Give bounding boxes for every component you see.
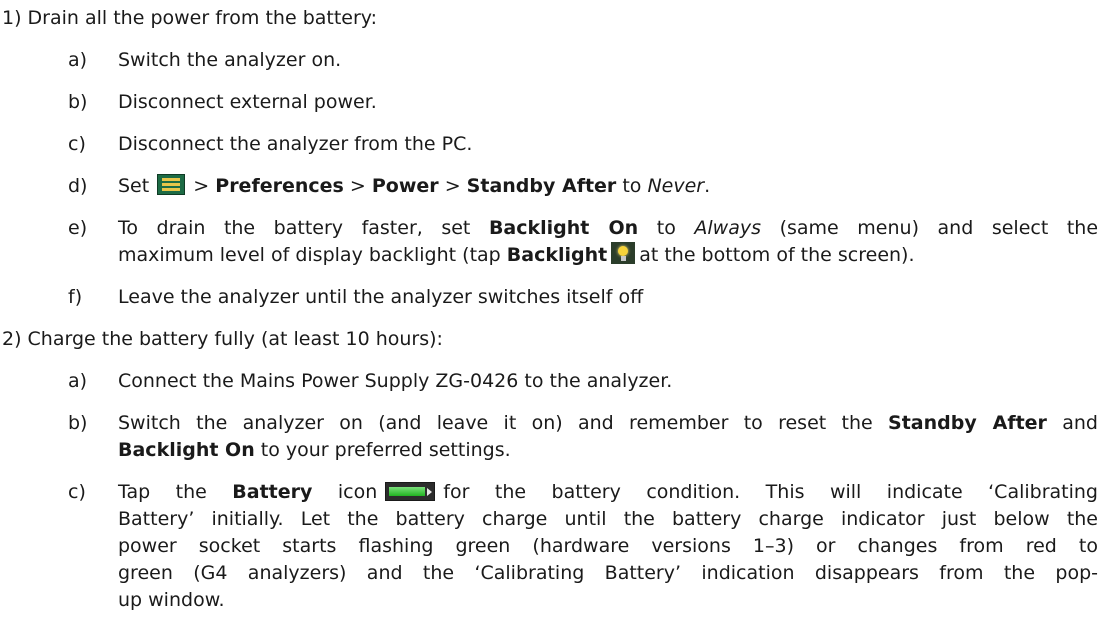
step-2b-letter: b): [68, 412, 88, 434]
step-2c-letter: c): [68, 481, 86, 503]
backlight-label: Backlight: [506, 244, 608, 266]
step-1e-text: To drain the battery faster, set Backlig…: [118, 215, 1098, 269]
step-2b-line-1: Switch the analyzer on (and leave it on)…: [118, 410, 1098, 437]
step-2a-letter: a): [68, 370, 88, 392]
backlight-on-label: Backlight On: [488, 217, 639, 239]
step-2c-line-4: green (G4 analyzers) and the ‘Calibratin…: [118, 562, 1098, 584]
step-1a-text: Switch the analyzer on.: [118, 49, 342, 71]
step-2c-line-2: Battery’ initially. Let the battery char…: [118, 508, 1098, 530]
c-line1-end: for the battery condition. This will ind…: [443, 481, 1098, 503]
standby-after-label-2: Standby After: [888, 412, 1047, 434]
step-1-heading: 1) Drain all the power from the battery:: [2, 7, 378, 29]
never-value: Never: [647, 175, 705, 197]
step-2b-text: Switch the analyzer on (and leave it on)…: [118, 410, 1098, 464]
step-1c-text: Disconnect the analyzer from the PC.: [118, 133, 473, 155]
preferences-label: Preferences: [215, 175, 344, 197]
step-2c-line-3: power socket starts flashing green (hard…: [118, 535, 1098, 557]
step-2-heading: 2) Charge the battery fully (at least 10…: [2, 328, 443, 350]
step-1f-text: Leave the analyzer until the analyzer sw…: [118, 286, 644, 308]
b-line2-post: to your preferred settings.: [260, 439, 511, 461]
step-2c-line-5: up window.: [118, 589, 225, 611]
e-line1-pre: To drain the battery faster, set: [118, 217, 471, 239]
c-icon-word: icon: [337, 481, 378, 503]
always-value: Always: [694, 217, 762, 239]
sep-2: >: [349, 175, 366, 197]
battery-icon: [385, 482, 436, 501]
c-tap: Tap the: [118, 481, 207, 503]
backlight-bulb-icon: [611, 242, 636, 264]
instructions-document: 1) Drain all the power from the battery:…: [0, 0, 1103, 633]
to-word: to: [622, 175, 642, 197]
set-word: Set: [118, 175, 150, 197]
step-1d-letter: d): [68, 175, 88, 197]
backlight-on-label-2: Backlight On: [118, 439, 255, 461]
step-1e-line-2: maximum level of display backlight (tap …: [118, 242, 1098, 269]
battery-label: Battery: [232, 481, 313, 503]
e-line2-pre: maximum level of display backlight (tap: [118, 244, 501, 266]
step-2c-text: Tap the Battery icon for the battery cond…: [118, 479, 1098, 614]
period: .: [704, 175, 711, 197]
step-1b-text: Disconnect external power.: [118, 91, 377, 113]
standby-after-label: Standby After: [466, 175, 617, 197]
power-label: Power: [371, 175, 439, 197]
b-and: and: [1062, 412, 1098, 434]
e-to: to: [656, 217, 676, 239]
step-1c-letter: c): [68, 133, 86, 155]
step-1a-letter: a): [68, 49, 88, 71]
b-line1-pre: Switch the analyzer on (and leave it on)…: [118, 412, 873, 434]
e-line2-post: at the bottom of the screen).: [639, 244, 915, 266]
step-1e-line-1: To drain the battery faster, set Backlig…: [118, 215, 1098, 242]
step-1b-letter: b): [68, 91, 88, 113]
step-2b-line-2: Backlight On to your preferred settings.: [118, 437, 1098, 464]
sep-3: >: [444, 175, 461, 197]
sep-1: >: [193, 175, 210, 197]
step-2a-text: Connect the Mains Power Supply ZG-0426 t…: [118, 370, 673, 392]
step-1f-letter: f): [68, 286, 83, 308]
e-line1-post: (same menu) and select the: [779, 217, 1099, 239]
step-1d-text: Set > Preferences > Power > Standby Afte…: [118, 173, 1098, 200]
step-1e-letter: e): [68, 217, 88, 239]
step-2c-line-1: Tap the Battery icon for the battery cond…: [118, 479, 1098, 506]
menu-icon: [157, 174, 186, 195]
